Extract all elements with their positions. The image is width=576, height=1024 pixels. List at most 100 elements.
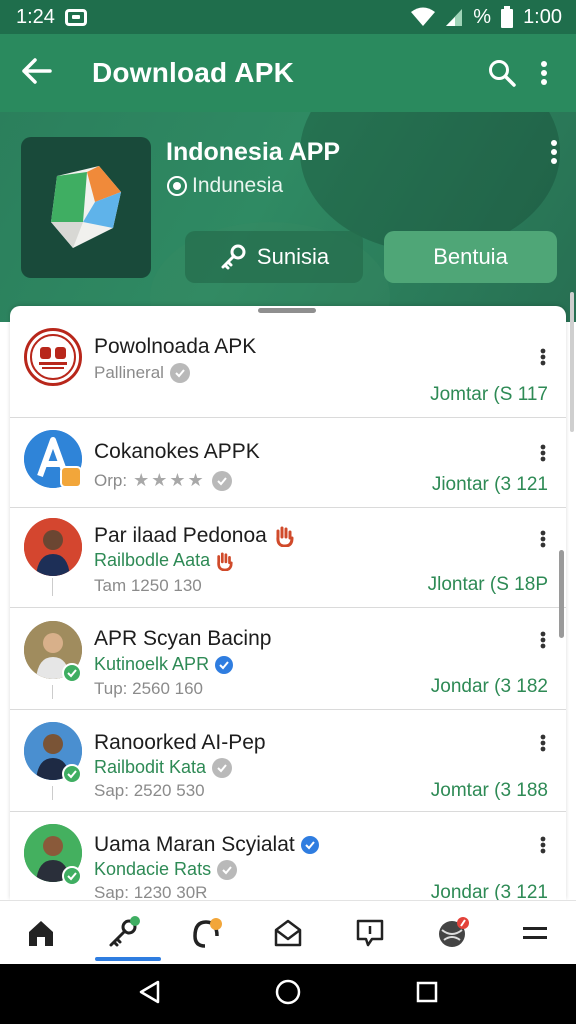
more-vert-icon <box>540 631 546 649</box>
search-icon <box>489 60 516 87</box>
list-item[interactable]: Uama Maran Scyialat Kondacie Rats Sap: 1… <box>10 812 566 900</box>
headset-icon <box>192 917 222 948</box>
list-item[interactable]: Par ilaad Pedonoa Railbodle Aata Tam 125… <box>10 508 566 608</box>
item-more-button[interactable] <box>540 836 546 859</box>
hand-icon <box>217 551 233 571</box>
app-badge-icon <box>60 466 82 488</box>
home-icon <box>29 920 54 946</box>
verified-gray-icon <box>217 859 238 880</box>
more-vert-icon <box>540 348 546 366</box>
menu-icon <box>522 926 547 939</box>
nav-globe[interactable] <box>423 903 483 963</box>
item-title: Par ilaad Pedonoa <box>94 524 295 548</box>
more-vert-icon <box>540 836 546 854</box>
nav-active-indicator <box>95 957 161 961</box>
nav-support[interactable] <box>176 903 236 963</box>
more-vert-icon <box>540 444 546 462</box>
status-time-left: 1:24 <box>16 5 55 28</box>
item-price: Jiontar (3 121 <box>431 474 548 495</box>
more-vert-icon <box>551 140 557 164</box>
hero-more-button[interactable] <box>550 140 558 169</box>
item-title: Cokanokes APPK <box>94 440 260 463</box>
signal-icon <box>446 9 463 26</box>
system-recents-button[interactable] <box>415 980 439 1009</box>
page-title: Download APK <box>92 57 295 88</box>
developer-name: Indunesia <box>192 174 284 197</box>
app-name: Indonesia APP <box>166 138 341 166</box>
overflow-menu-button[interactable] <box>524 60 564 86</box>
more-vert-icon <box>540 734 546 752</box>
item-meta: Tam 1250 130 <box>94 576 202 595</box>
key-icon <box>109 915 141 946</box>
verified-blue-icon <box>300 836 319 854</box>
secondary-action-button[interactable]: Sunisia <box>185 231 363 283</box>
wifi-icon <box>411 7 436 26</box>
item-subtitle: Railbodit Kata <box>94 757 233 778</box>
app-header: Indonesia APP Indunesia Sunisia Bentuia <box>0 112 576 322</box>
globe-icon <box>438 916 469 947</box>
list-scrollbar[interactable] <box>559 550 564 638</box>
item-price: Jondar (3 121 <box>430 882 548 900</box>
item-meta: Orp: ★★★★ <box>94 470 232 491</box>
square-recents-icon <box>417 981 438 1002</box>
key-icon <box>221 244 246 270</box>
seal-logo-icon <box>24 328 82 386</box>
item-title: Uama Maran Scyialat <box>94 833 319 857</box>
nav-home[interactable] <box>11 903 71 963</box>
item-price: Jlontar (S 18P <box>427 574 548 595</box>
more-vert-icon <box>540 530 546 548</box>
search-button[interactable] <box>480 59 524 87</box>
item-title: APR Scyan Bacinp <box>94 627 272 650</box>
person-avatar <box>24 518 82 576</box>
item-more-button[interactable] <box>540 734 546 757</box>
item-subtitle: Railbodle Aata <box>94 550 234 571</box>
nav-mail[interactable] <box>258 903 318 963</box>
verified-gray-icon <box>169 363 190 383</box>
back-button[interactable] <box>22 56 60 90</box>
secondary-action-label: Sunisia <box>256 244 330 269</box>
hand-icon <box>276 526 294 547</box>
status-bar: 1:24 % 1:00 <box>0 0 576 34</box>
system-back-button[interactable] <box>137 979 161 1010</box>
more-vert-icon <box>541 61 547 85</box>
item-meta: Sap: 1230 30R <box>94 883 208 900</box>
primary-action-button[interactable]: Bentuia <box>384 231 557 283</box>
list-item[interactable]: Powolnoada APK Pallineral Jomtar (S 117 <box>10 318 566 418</box>
item-price: Jomtar (3 188 <box>430 780 548 801</box>
verified-blue-icon <box>215 655 234 674</box>
item-title: Powolnoada APK <box>94 335 257 358</box>
item-more-button[interactable] <box>540 444 546 467</box>
item-subtitle: Kondacie Rats <box>94 859 238 880</box>
battery-percent: % <box>473 5 492 28</box>
item-title: Ranoorked AI-Pep <box>94 731 266 754</box>
item-meta: Sap: 2520 530 <box>94 781 205 800</box>
item-meta: Pallineral <box>94 363 190 383</box>
developer-link[interactable]: Indunesia <box>166 174 283 198</box>
status-time-right: 1:00 <box>523 5 562 28</box>
verified-check-icon <box>62 866 82 886</box>
verified-check-icon <box>62 663 82 683</box>
chat-icon <box>357 919 384 946</box>
app-icon <box>21 137 151 278</box>
rating-stars: ★★★★ <box>133 470 206 490</box>
item-more-button[interactable] <box>540 348 546 371</box>
triangle-back-icon <box>139 980 159 1003</box>
list-item[interactable]: Ranoorked AI-Pep Railbodit Kata Sap: 252… <box>10 710 566 812</box>
item-price: Jomtar (S 117 <box>430 384 548 405</box>
nav-menu[interactable] <box>505 903 565 963</box>
page-scrollbar[interactable] <box>570 292 574 432</box>
list-item[interactable]: Cokanokes APPK Orp: ★★★★ Jiontar (3 121 <box>10 420 566 508</box>
nav-chat[interactable] <box>340 903 400 963</box>
system-home-button[interactable] <box>274 978 302 1011</box>
nav-key[interactable] <box>93 903 153 963</box>
item-price: Jondar (3 182 <box>430 676 548 697</box>
item-more-button[interactable] <box>540 530 546 553</box>
bottom-navigation <box>0 900 576 964</box>
battery-icon <box>501 6 514 28</box>
sheet-drag-handle[interactable] <box>258 308 316 313</box>
list-item[interactable]: APR Scyan Bacinp Kutinoelk APR Tup: 2560… <box>10 609 566 710</box>
mail-icon <box>274 919 302 946</box>
apk-list-sheet: Powolnoada APK Pallineral Jomtar (S 117 … <box>10 306 566 900</box>
item-more-button[interactable] <box>540 631 546 654</box>
verified-check-icon <box>62 764 82 784</box>
